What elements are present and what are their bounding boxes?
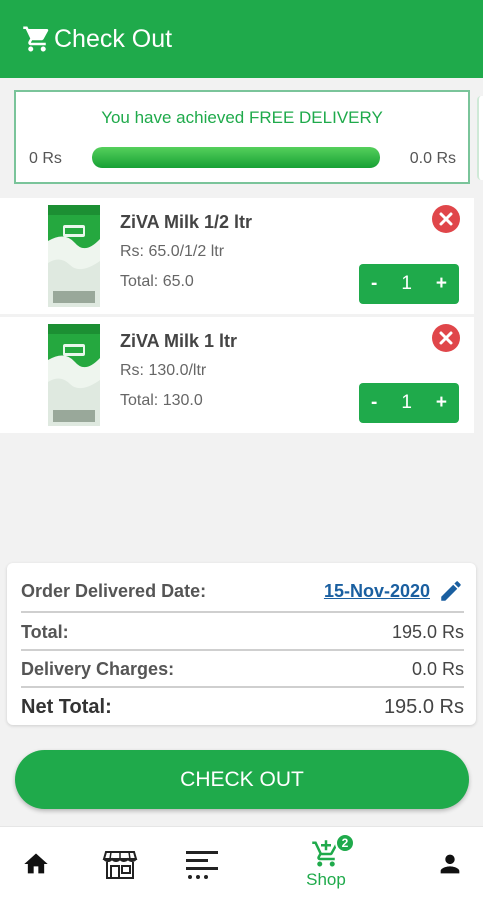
total-value: 195.0 Rs [391, 622, 464, 642]
nav-profile[interactable] [428, 827, 472, 900]
net-total-label: Net Total: [21, 696, 112, 718]
nav-categories[interactable] [180, 827, 224, 900]
cart-item: ZiVA Milk 1/2 ltr Rs: 65.0/1/2 ltr Total… [0, 198, 474, 314]
item-name: ZiVA Milk 1/2 ltr [120, 212, 253, 232]
item-price: Rs: 65.0/1/2 ltr [120, 243, 225, 260]
item-total: Total: 65.0 [120, 273, 194, 290]
app-bar: Check Out [0, 0, 483, 78]
order-summary: Order Delivered Date: 15-Nov-2020 Total:… [7, 563, 476, 725]
page-title: Check Out [54, 24, 173, 53]
divider [21, 611, 464, 613]
delivered-date-link[interactable]: 15-Nov-2020 [324, 581, 430, 602]
item-name: ZiVA Milk 1 ltr [120, 331, 238, 351]
cart-item: ZiVA Milk 1 ltr Rs: 130.0/ltr Total: 130… [0, 317, 474, 433]
quantity-value: 1 [401, 392, 412, 413]
nav-shop-label: Shop [306, 869, 346, 889]
delivery-progress-bar [92, 147, 380, 168]
remove-item-button[interactable] [432, 205, 460, 233]
nav-shop[interactable]: 2 Shop [296, 827, 356, 900]
nav-home[interactable] [14, 827, 58, 900]
delivery-charges-label: Delivery Charges: [21, 659, 175, 679]
decrease-quantity-button[interactable]: - [371, 392, 377, 414]
nav-store[interactable] [98, 827, 142, 900]
close-icon [439, 212, 453, 226]
progress-min-label: 0 Rs [29, 150, 62, 167]
delivered-date-label: Order Delivered Date: [21, 580, 207, 601]
milk-pack-image [48, 324, 100, 426]
next-card-edge [477, 96, 483, 180]
quantity-stepper: - 1 + [359, 264, 459, 304]
net-total-row: Net Total: 195.0 Rs [21, 696, 464, 719]
edit-pencil-icon[interactable] [438, 578, 464, 604]
store-icon [102, 851, 138, 879]
progress-max-label: 0.0 Rs [409, 150, 456, 167]
total-label: Total: [21, 622, 69, 642]
checkout-button[interactable]: CHECK OUT [15, 750, 469, 809]
cart-count-badge: 2 [335, 833, 355, 853]
net-total-value: 195.0 Rs [383, 696, 464, 718]
home-icon [24, 853, 48, 874]
delivery-charges-row: Delivery Charges: 0.0 Rs [21, 659, 464, 680]
total-row: Total: 195.0 Rs [21, 622, 464, 643]
remove-item-button[interactable] [432, 324, 460, 352]
person-icon [440, 854, 460, 874]
increase-quantity-button[interactable]: + [436, 273, 447, 295]
delivery-charges-value: 0.0 Rs [411, 659, 464, 679]
bottom-nav: 2 Shop [0, 826, 483, 900]
quantity-stepper: - 1 + [359, 383, 459, 423]
free-delivery-banner: You have achieved FREE DELIVERY 0 Rs 0.0… [14, 90, 470, 184]
delivery-progress-fill [92, 147, 380, 168]
divider [21, 686, 464, 688]
close-icon [439, 331, 453, 345]
increase-quantity-button[interactable]: + [436, 392, 447, 414]
divider [21, 649, 464, 651]
milk-pack-image [48, 205, 100, 307]
categories-icon [186, 851, 218, 879]
delivered-date-row: Order Delivered Date: 15-Nov-2020 [21, 578, 464, 604]
decrease-quantity-button[interactable]: - [371, 273, 377, 295]
cart-icon [23, 26, 49, 52]
item-total: Total: 130.0 [120, 392, 203, 409]
quantity-value: 1 [401, 273, 412, 294]
item-price: Rs: 130.0/ltr [120, 362, 207, 379]
free-delivery-message: You have achieved FREE DELIVERY [101, 108, 383, 127]
